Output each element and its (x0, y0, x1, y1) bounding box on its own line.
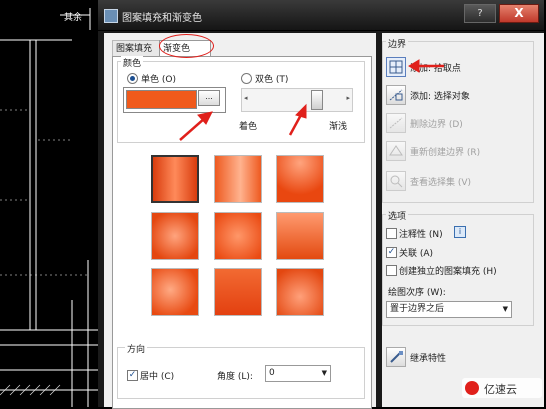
remove-boundary-label[interactable]: 删除边界 (D) (410, 117, 463, 130)
hatch-gradient-dialog: 图案填充和渐变色 ? X 图案填充 渐变色 颜色 单色 (O) 双色 (T) .… (98, 0, 544, 409)
slider-right-arrow[interactable]: ▸ (346, 94, 350, 102)
tint-label: 渐浅 (329, 122, 348, 132)
angle-dropdown[interactable]: 0 ▼ (265, 365, 331, 382)
annotation-circle (159, 34, 214, 58)
angle-label: 角度 (L): (217, 372, 253, 382)
dialog-titlebar[interactable]: 图案填充和渐变色 ? X (98, 0, 544, 31)
pick-point-icon (389, 60, 403, 74)
annotative-label: 注释性 (N) (399, 230, 443, 240)
inherit-properties-label[interactable]: 继承特性 (410, 351, 446, 364)
color-group-title: 颜色 (121, 56, 144, 69)
separate-hatches-label: 创建独立的图案填充 (H) (399, 267, 497, 277)
help-button[interactable]: ? (464, 4, 496, 23)
select-objects-icon (389, 89, 403, 101)
gradient-tile-linear[interactable] (151, 155, 199, 203)
gradient-tile-inverted-radial[interactable] (276, 268, 324, 316)
chevron-down-icon: ▼ (321, 369, 327, 377)
inherit-properties-button[interactable] (386, 347, 406, 367)
two-color-label: 双色 (T) (255, 75, 289, 85)
view-selection-button[interactable] (386, 171, 406, 191)
color-swatch[interactable] (126, 90, 197, 109)
slider-thumb[interactable] (311, 90, 323, 110)
chevron-down-icon: ▼ (502, 305, 508, 313)
draw-order-label: 绘图次序 (W): (388, 288, 446, 298)
gradient-tab-panel: 颜色 单色 (O) 双色 (T) ... ◂ ▸ 着色 渐浅 方向 ✓ 居中 (… (112, 56, 372, 409)
watermark: 亿速云 (462, 378, 542, 398)
associative-checkbox[interactable]: ✓ (386, 247, 397, 258)
recreate-boundary-icon (389, 145, 403, 156)
angle-value: 0 (269, 368, 275, 378)
single-color-label: 单色 (O) (141, 75, 176, 85)
right-pane: 边界 添加: 拾取点 添加: 选择对象 删除边界 (D) 重新创建边界 (R) … (382, 33, 544, 407)
watermark-logo-icon (465, 381, 479, 395)
draw-order-dropdown[interactable]: 置于边界之后 ▼ (386, 301, 512, 318)
view-selection-label[interactable]: 查看选择集 (V) (410, 175, 471, 188)
associative-label: 关联 (A) (399, 249, 434, 259)
pick-point-label[interactable]: 添加: 拾取点 (410, 61, 461, 74)
shade-label: 着色 (239, 122, 258, 132)
draw-order-value: 置于边界之后 (390, 304, 445, 314)
remove-boundary-button[interactable] (386, 113, 406, 133)
gradient-tile-cylinder[interactable] (214, 155, 262, 203)
gradient-tile-spherical[interactable] (151, 212, 199, 260)
close-button[interactable]: X (499, 4, 539, 23)
pick-point-button[interactable] (386, 57, 406, 77)
gradient-tile-linear-vertical[interactable] (214, 268, 262, 316)
separate-hatches-checkbox[interactable] (386, 265, 397, 276)
view-selection-icon (390, 175, 403, 188)
gradient-tile-radial-left[interactable] (151, 268, 199, 316)
info-icon[interactable]: i (454, 226, 466, 238)
centered-checkbox[interactable]: ✓ (127, 370, 138, 381)
cad-text-label: 其余 (64, 13, 83, 23)
app-icon (104, 9, 118, 23)
options-group-title: 选项 (386, 209, 409, 222)
gradient-tile-radial-top[interactable] (276, 155, 324, 203)
orientation-group-title: 方向 (125, 342, 148, 355)
remove-boundary-icon (389, 117, 403, 129)
single-color-radio[interactable] (127, 73, 138, 84)
watermark-text: 亿速云 (484, 383, 517, 396)
tab-hatch[interactable]: 图案填充 (112, 40, 164, 57)
centered-label: 居中 (C) (140, 372, 175, 382)
shade-tint-slider[interactable]: ◂ ▸ (241, 88, 353, 112)
gradient-tile-curved[interactable] (276, 212, 324, 260)
brush-icon (390, 351, 403, 363)
two-color-radio[interactable] (241, 73, 252, 84)
left-pane: 图案填充 渐变色 颜色 单色 (O) 双色 (T) ... ◂ ▸ 着色 渐浅 (104, 33, 376, 409)
select-objects-button[interactable] (386, 85, 406, 105)
recreate-boundary-label[interactable]: 重新创建边界 (R) (410, 145, 480, 158)
select-objects-label[interactable]: 添加: 选择对象 (410, 89, 470, 102)
annotative-checkbox[interactable] (386, 228, 397, 239)
browse-color-button[interactable]: ... (198, 90, 220, 106)
boundaries-group-title: 边界 (386, 37, 409, 50)
recreate-boundary-button[interactable] (386, 141, 406, 161)
slider-left-arrow[interactable]: ◂ (244, 94, 248, 102)
gradient-tile-hemispherical[interactable] (214, 212, 262, 260)
dialog-title: 图案填充和渐变色 (122, 13, 202, 24)
